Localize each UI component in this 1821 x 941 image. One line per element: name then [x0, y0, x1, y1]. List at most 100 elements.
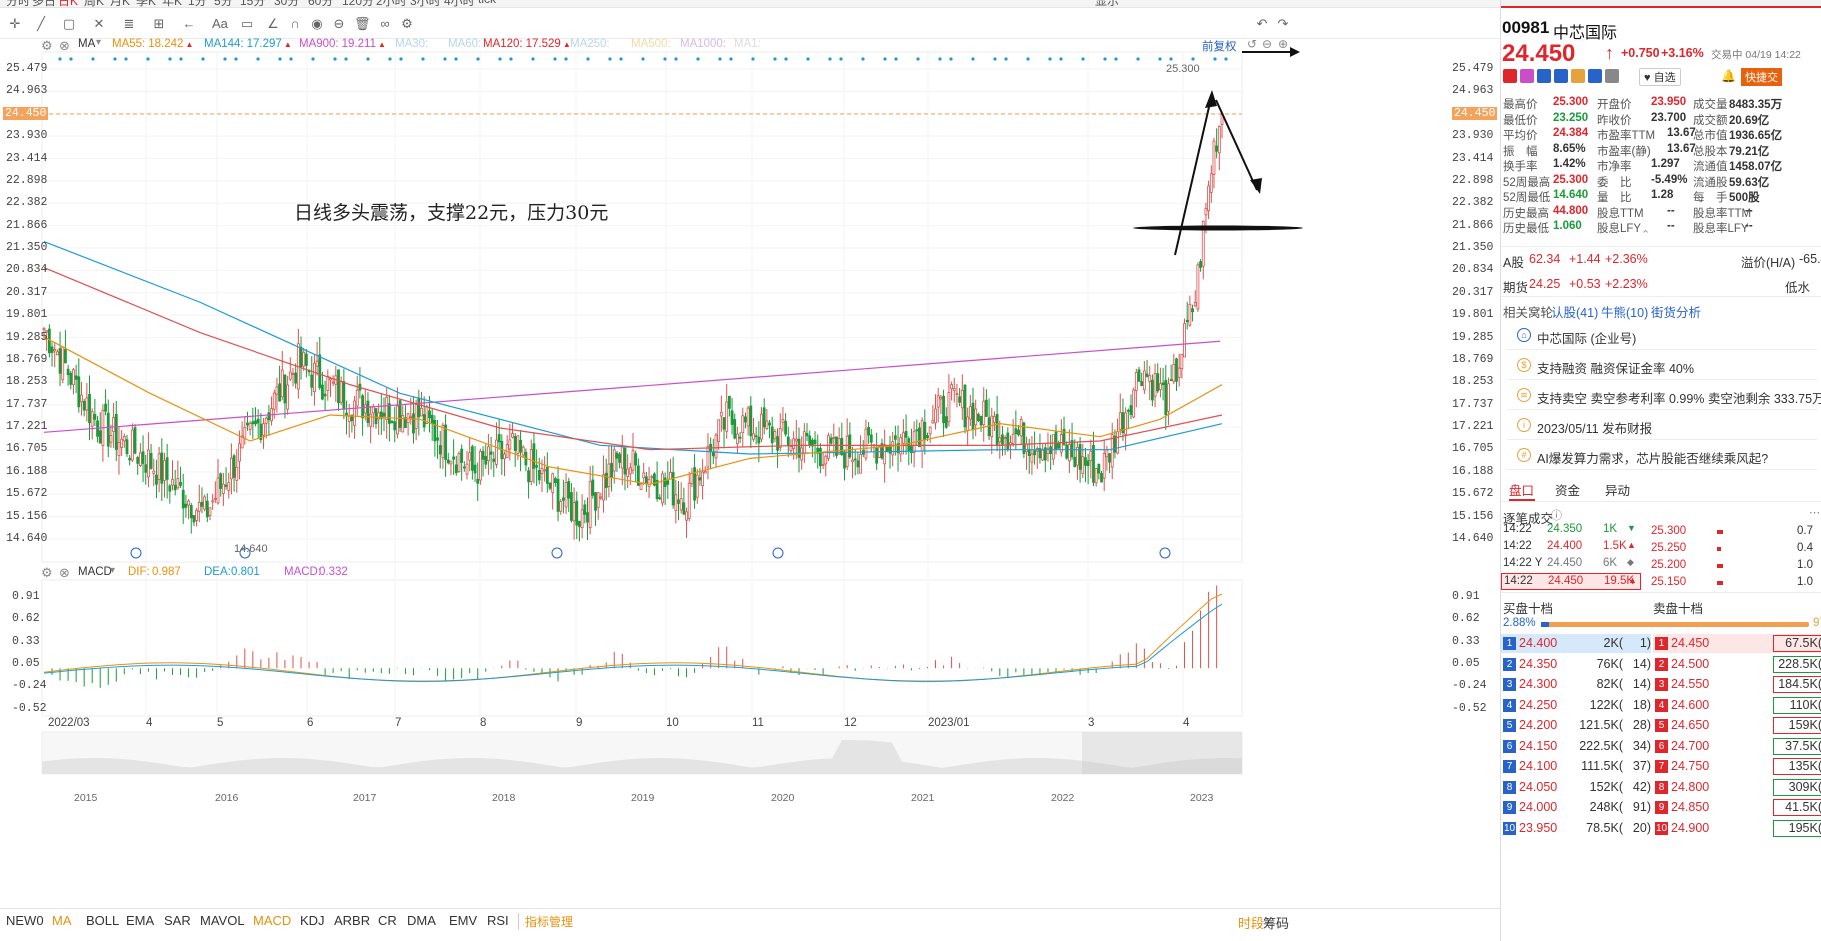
time-tick: 2022/03 — [48, 717, 90, 729]
event-dot — [861, 57, 865, 61]
candle-body — [251, 421, 255, 425]
buy-price: 24.000 — [1519, 800, 1558, 814]
indicator-tab[interactable]: NEW0 — [6, 913, 44, 928]
order-book-row[interactable]: 6 24.150 222.5K(34) 6 24.700 37.5K( — [1501, 736, 1821, 757]
related-link-warrant[interactable]: 认股(41) — [1551, 302, 1598, 321]
ma-legend-item[interactable]: MA60: — [448, 38, 481, 50]
indicator-tab[interactable]: BOLL — [86, 913, 119, 928]
tick-row[interactable]: 14:22 24.400 1.5K ▲ — [1501, 539, 1641, 556]
order-book-row[interactable]: 8 24.050 152K(42) 8 24.800 309K( — [1501, 777, 1821, 798]
order-book-row[interactable]: 7 24.100 111.5K(37) 7 24.750 135K( — [1501, 757, 1821, 777]
ma-legend-item[interactable]: MA144: 17.297 ▲ — [204, 38, 292, 50]
macd-close-icon[interactable]: ⊗ — [59, 565, 70, 581]
ma-indicator-name[interactable]: MA — [78, 38, 95, 50]
ma-settings-icon[interactable]: ⚙ — [41, 38, 53, 54]
macd-settings-icon[interactable]: ⚙ — [41, 565, 53, 581]
info-item-text: 2023/05/11 发布财报 — [1537, 422, 1653, 436]
indicator-tab[interactable]: SAR — [164, 913, 191, 928]
tick-ladder-price: 25.250 — [1651, 542, 1687, 554]
ma-legend-item[interactable]: MA55: 18.242 ▲ — [112, 38, 193, 50]
zoom-out-icon[interactable]: ⊖ — [1262, 37, 1272, 51]
order-book-row[interactable]: 10 23.950 78.5K(20) 10 24.900 195K( — [1501, 818, 1821, 839]
chart-text-annotation[interactable]: 日线多头震荡，支撑22元，压力30元 — [294, 198, 608, 225]
candle-body — [337, 369, 340, 404]
candle-body — [272, 392, 276, 410]
indicator-tab[interactable]: CR — [378, 913, 397, 928]
indicator-tab[interactable]: DMA — [407, 913, 436, 928]
info-item[interactable]: i 2023/05/11 发布财报 — [1507, 410, 1817, 440]
adjust-button[interactable]: 前复权 — [1202, 38, 1237, 54]
bell-icon[interactable]: 🔔 — [1721, 69, 1736, 83]
order-book-row[interactable]: 2 24.350 76K(14) 2 24.500 228.5K( — [1501, 654, 1821, 675]
candle-body — [1019, 418, 1023, 437]
macd-indicator-name[interactable]: MACD — [78, 566, 112, 578]
ma-legend-label: MA250: — [570, 38, 610, 50]
macd-dropdown-icon[interactable]: ▾ — [110, 565, 115, 576]
info-item[interactable]: $ 支持融资 融资保证金率 40% — [1507, 350, 1817, 380]
tab-movement[interactable]: 异动 — [1605, 480, 1630, 499]
info-item[interactable]: ≋ 支持卖空 卖空参考利率 0.99% 卖空池剩余 333.75万 — [1507, 380, 1821, 410]
order-book-row[interactable]: 5 24.200 121.5K(28) 5 24.650 159K( — [1501, 716, 1821, 736]
candle-body — [663, 477, 667, 487]
indicator-tab[interactable]: KDJ — [300, 913, 325, 928]
short-icon[interactable] — [1537, 69, 1551, 83]
hk-connect-icon[interactable] — [1503, 69, 1517, 83]
order-book-row[interactable]: 3 24.300 82K(14) 3 24.550 184.5K( — [1501, 675, 1821, 695]
ma-dropdown-icon[interactable]: ▾ — [96, 37, 101, 48]
stat-label: 股息率LFY — [1693, 223, 1749, 235]
doc-icon[interactable] — [1605, 69, 1619, 83]
indicator-tab[interactable]: ARBR — [334, 913, 370, 928]
indicator-tab[interactable]: MA — [52, 913, 72, 928]
candle-body — [503, 453, 506, 460]
price-tick-left: 15.672 — [6, 487, 48, 501]
chips-button[interactable]: 筹码 — [1263, 913, 1289, 932]
info-item[interactable]: # AI爆发算力需求，芯片股能否继续乘风起? — [1507, 440, 1817, 470]
margin-icon[interactable] — [1520, 69, 1534, 83]
panel-tab-strip[interactable] — [1501, 0, 1821, 8]
session-button[interactable]: 时段 — [1238, 913, 1264, 932]
tick-row[interactable]: 14:22 24.450 19.5K ▲ — [1501, 573, 1641, 590]
ma-legend-item[interactable]: MA120: 17.529 ▲ — [483, 38, 571, 50]
tick-more-icon[interactable]: ⋯ — [1809, 506, 1820, 519]
collapse-chevron-icon[interactable]: ⌃ — [1641, 228, 1650, 241]
zoom-in-icon[interactable]: ⊕ — [1278, 37, 1288, 51]
quick-trade-button[interactable]: 快捷交 — [1741, 68, 1782, 86]
order-book-row[interactable]: 4 24.250 122K(18) 4 24.600 110K( — [1501, 695, 1821, 716]
tick-row[interactable]: 14:22 24.350 1K ▼ — [1501, 522, 1641, 539]
ma-legend-item[interactable]: MA500: — [631, 38, 671, 50]
order-book-row[interactable]: 1 24.400 2K(1) 1 24.450 67.5K( — [1501, 634, 1821, 654]
ma-close-icon[interactable]: ⊗ — [59, 38, 70, 54]
related-link-cbbc[interactable]: 牛熊(10) — [1601, 302, 1648, 321]
order-book-row[interactable]: 9 24.000 248K(91) 9 24.850 41.5K( — [1501, 798, 1821, 818]
tag-icon[interactable] — [1588, 69, 1602, 83]
ma-legend-item[interactable]: MA250: — [570, 38, 610, 50]
candle-body — [995, 413, 999, 446]
favorite-button[interactable]: ♥ 自选 — [1639, 68, 1681, 86]
ma-legend-item[interactable]: MA30: — [395, 38, 428, 50]
ma-legend-item[interactable]: MA1: — [734, 38, 761, 50]
futures-status: 低水 — [1785, 281, 1811, 295]
buy-orders: 42) — [1632, 779, 1651, 794]
index-icon[interactable] — [1571, 69, 1585, 83]
indicator-tab[interactable]: 指标管理 — [518, 913, 573, 930]
candle-body — [138, 452, 142, 467]
tick-info-icon[interactable]: ⓘ — [1551, 507, 1562, 523]
indicator-tab[interactable]: RSI — [487, 913, 509, 928]
indicator-tab[interactable]: EMA — [126, 913, 154, 928]
info-item[interactable]: ⌂ 中芯国际 (企业号) — [1507, 320, 1817, 350]
candle-body — [936, 395, 940, 408]
buy-price: 23.950 — [1519, 820, 1558, 835]
tab-funds[interactable]: 资金 — [1555, 480, 1580, 499]
tab-pankou[interactable]: 盘口 — [1509, 480, 1534, 499]
tick-row[interactable]: 14:22 Y 24.450 6K ◆ — [1501, 556, 1641, 573]
indicator-tab[interactable]: EMV — [449, 913, 477, 928]
s-icon[interactable] — [1554, 69, 1568, 83]
ma-legend-item[interactable]: MA1000: — [680, 38, 726, 50]
indicator-tab[interactable]: MACD — [253, 913, 291, 928]
stat-label: 成交额 — [1693, 114, 1728, 127]
reset-icon[interactable]: ↺ — [1247, 37, 1257, 51]
ma-legend-item[interactable]: MA900: 19.211 ▲ — [299, 38, 386, 50]
indicator-tab[interactable]: MAVOL — [200, 913, 245, 928]
candle-body — [687, 482, 691, 519]
related-link-outstanding[interactable]: 街货分析 — [1651, 302, 1701, 321]
